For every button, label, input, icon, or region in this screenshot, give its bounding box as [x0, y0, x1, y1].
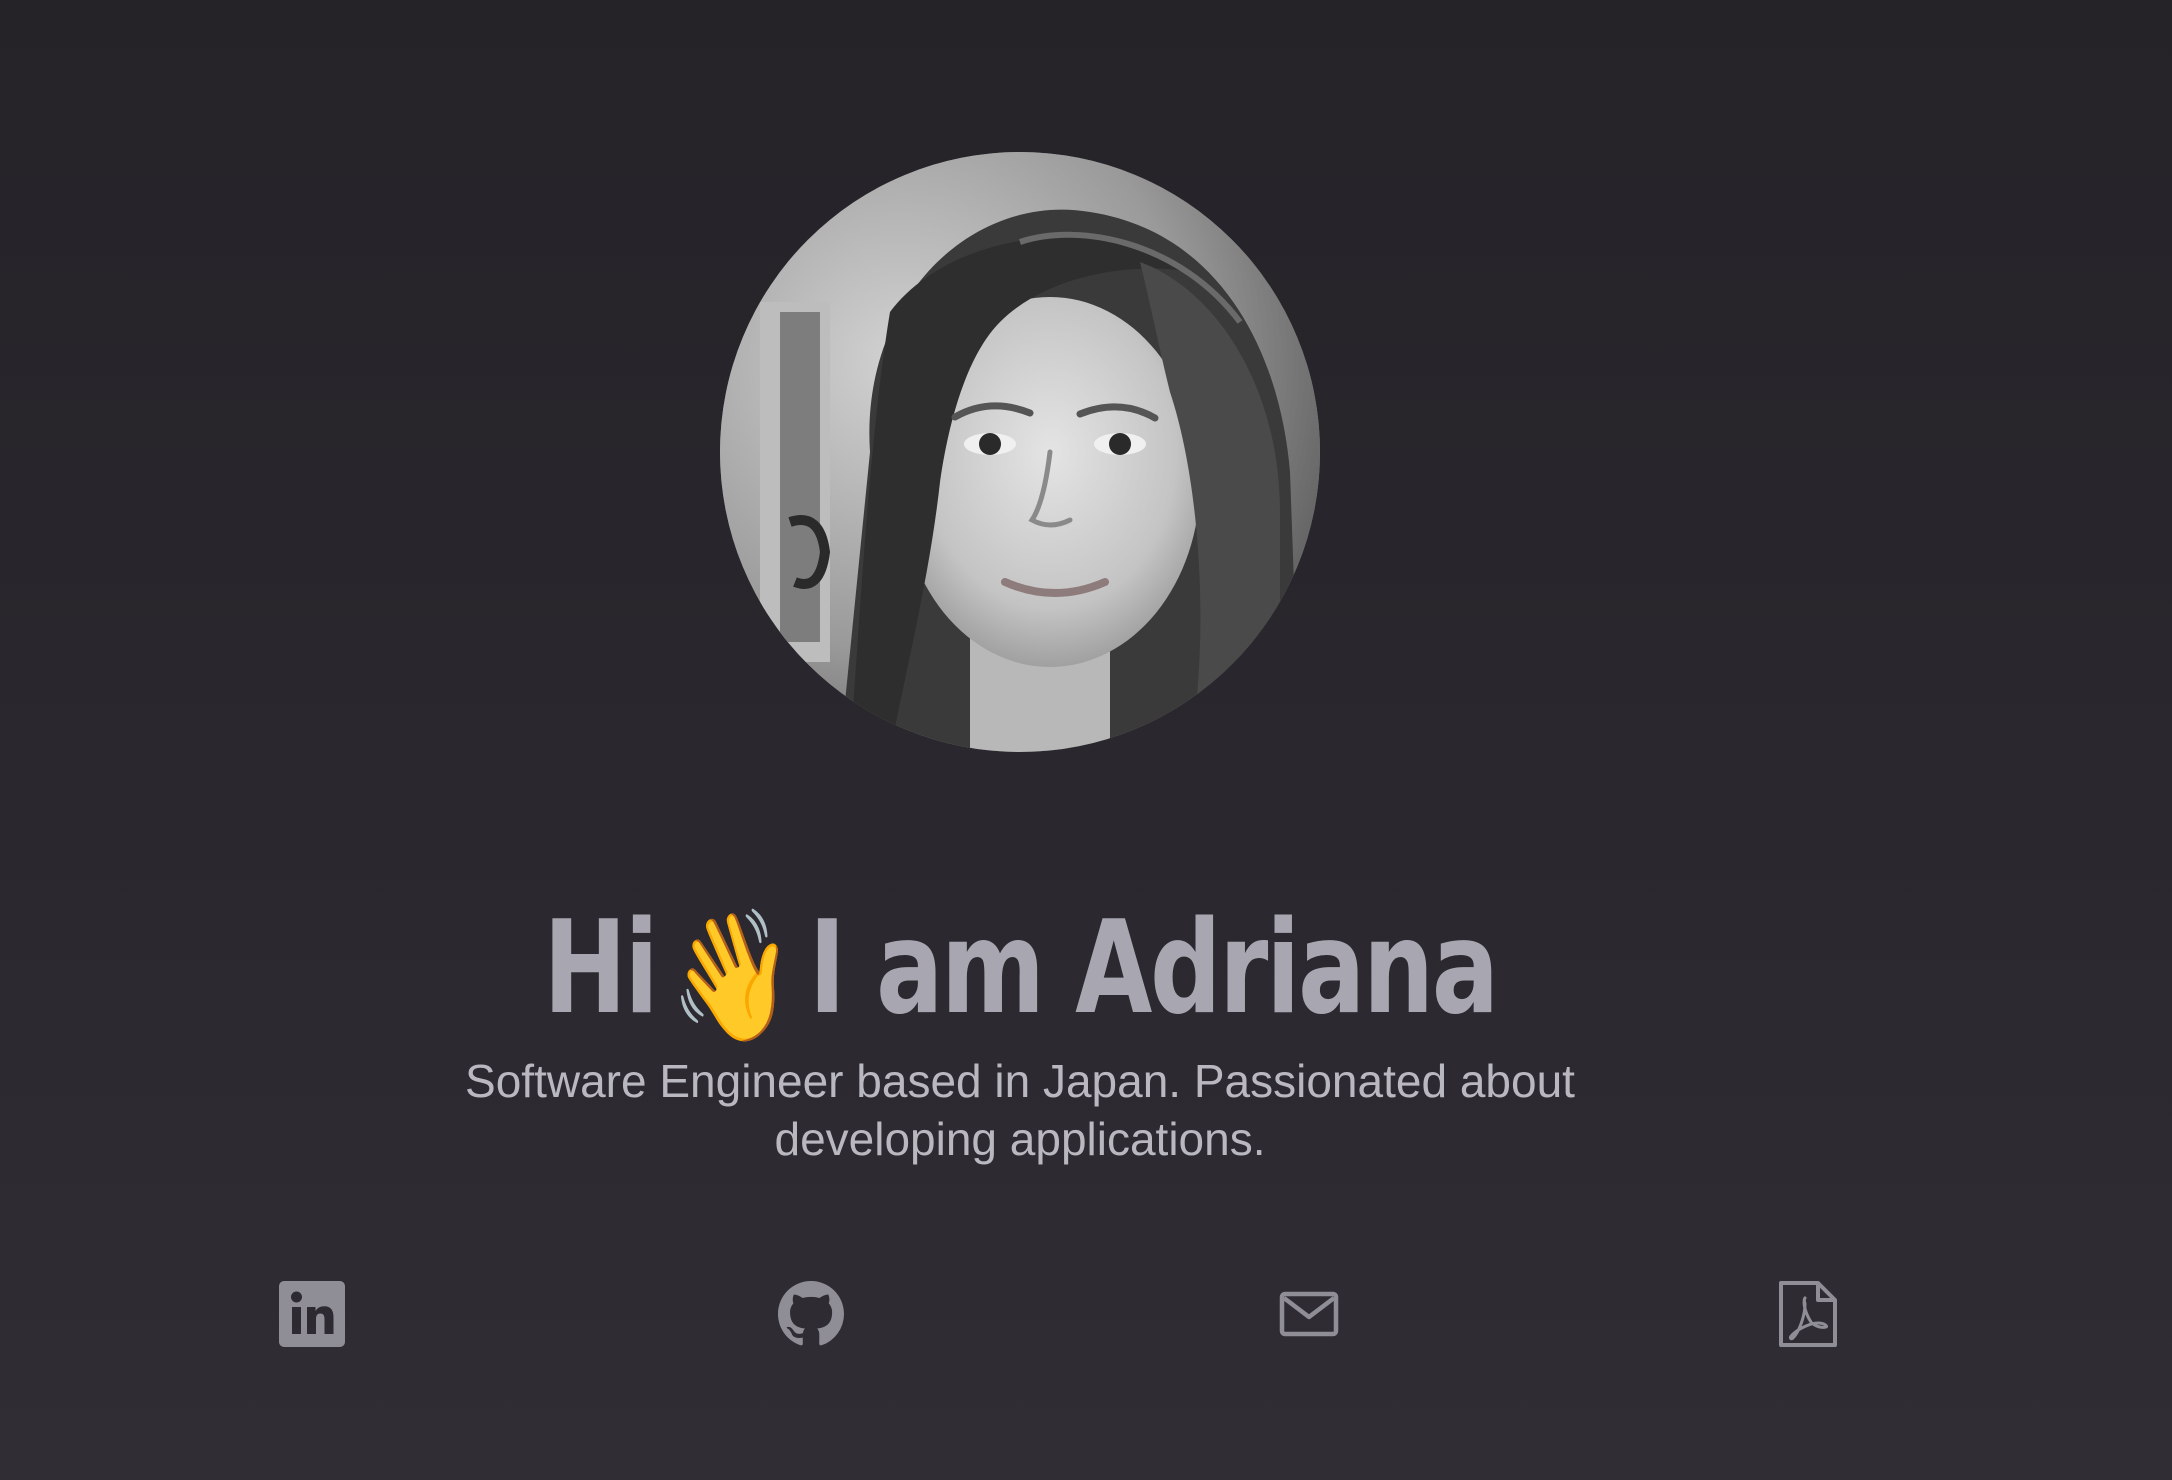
email-link[interactable] — [1275, 1280, 1343, 1348]
resume-pdf-link[interactable] — [1774, 1280, 1842, 1348]
avatar-image — [720, 152, 1320, 752]
linkedin-icon — [279, 1281, 345, 1347]
waving-hand-icon: 👋 — [670, 901, 795, 1051]
greeting-text: Hi — [543, 893, 658, 1043]
name-text: I am Adriana — [808, 893, 1499, 1043]
github-icon — [778, 1281, 844, 1346]
pdf-file-icon — [1779, 1281, 1837, 1347]
avatar — [720, 152, 1320, 752]
hero-section: Hi 👋 I am Adriana Software Engineer based … — [0, 0, 2172, 1480]
page-title: Hi 👋 I am Adriana — [224, 894, 1815, 1052]
mail-icon — [1279, 1291, 1339, 1337]
github-link[interactable] — [777, 1280, 845, 1348]
tagline: Software Engineer based in Japan. Passio… — [465, 1055, 1575, 1165]
linkedin-link[interactable] — [278, 1280, 346, 1348]
